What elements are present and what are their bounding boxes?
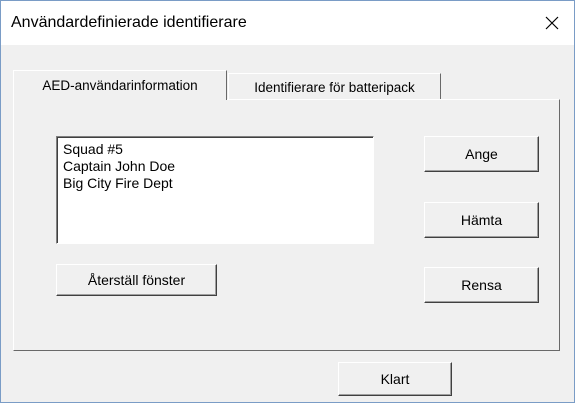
dialog-title: Användardefinierade identifierare <box>11 14 247 31</box>
close-icon <box>545 16 559 30</box>
close-button[interactable] <box>530 1 574 45</box>
tab-label: AED-användarinformation <box>42 78 198 93</box>
tab-aed-user-info[interactable]: AED-användarinformation <box>13 70 227 100</box>
user-info-line: Captain John Doe <box>63 158 176 174</box>
clear-button[interactable]: Rensa <box>424 267 539 303</box>
tab-battery-pack-ids[interactable]: Identifierare för batteripack <box>228 73 441 100</box>
title-bar: Användardefinierade identifierare <box>1 1 574 45</box>
user-info-textbox[interactable]: Squad #5 Captain John Doe Big City Fire … <box>56 136 374 244</box>
tab-label: Identifierare för batteripack <box>254 79 415 95</box>
set-button[interactable]: Ange <box>424 136 539 172</box>
reset-window-button[interactable]: Återställ fönster <box>56 264 217 296</box>
done-button[interactable]: Klart <box>338 362 452 396</box>
user-info-line: Squad #5 <box>63 141 123 157</box>
fetch-button[interactable]: Hämta <box>424 202 539 238</box>
user-info-line: Big City Fire Dept <box>63 175 173 191</box>
